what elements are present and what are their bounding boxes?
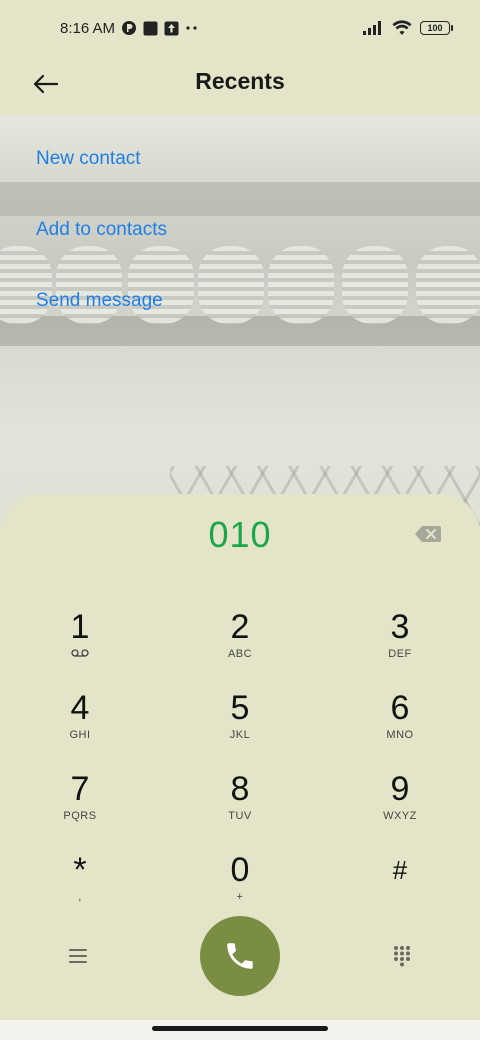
background-coil	[342, 246, 408, 324]
key-digit: 8	[230, 770, 250, 808]
dial-key-star[interactable]: * ,	[20, 851, 140, 927]
dial-key-1[interactable]: 1	[20, 608, 140, 684]
hamburger-menu-icon	[69, 949, 87, 963]
backspace-button[interactable]	[414, 524, 442, 544]
background-coil	[268, 246, 334, 324]
status-time: 8:16 AM	[60, 19, 116, 37]
call-button[interactable]	[200, 916, 280, 996]
page-title: Recents	[195, 68, 285, 94]
signal-icon	[362, 20, 384, 36]
battery-level: 100	[427, 23, 443, 33]
background-coil	[416, 246, 480, 324]
dialpad-panel: 010 1 2 ABC 3 DEF 4 GHI 5 JKL 6 MNO 7 PQ…	[0, 494, 480, 1020]
status-bar: 8:16 AM 100	[0, 0, 480, 56]
home-indicator[interactable]	[152, 1026, 328, 1031]
key-letters: JKL	[229, 729, 251, 741]
dial-key-8[interactable]: 8 TUV	[180, 770, 300, 846]
send-message-link[interactable]: Send message	[36, 290, 163, 312]
dial-key-6[interactable]: 6 MNO	[340, 689, 460, 765]
key-letters: DEF	[388, 648, 412, 660]
background-coil	[128, 246, 194, 324]
key-digit: 1	[70, 608, 90, 646]
dialed-number: 010	[208, 514, 272, 555]
dialpad-toggle-button[interactable]	[380, 934, 424, 978]
phone-icon	[227, 943, 253, 969]
new-contact-link[interactable]: New contact	[36, 148, 141, 170]
key-letters: WXYZ	[383, 810, 417, 822]
battery-icon: 100	[420, 21, 453, 35]
menu-button[interactable]	[56, 934, 100, 978]
add-to-contacts-link[interactable]: Add to contacts	[36, 219, 167, 241]
key-digit: 7	[70, 770, 90, 808]
notification-p-icon	[121, 20, 137, 36]
key-digit: 3	[390, 608, 410, 646]
square-icon	[143, 21, 158, 36]
app-header: Recents	[0, 56, 480, 116]
key-letters: GHI	[69, 729, 91, 741]
dial-key-3[interactable]: 3 DEF	[340, 608, 460, 684]
key-digit: 6	[390, 689, 410, 727]
more-dots-icon	[185, 25, 199, 31]
key-letters: PQRS	[63, 810, 97, 822]
dial-key-2[interactable]: 2 ABC	[180, 608, 300, 684]
key-digit: *	[73, 851, 87, 889]
key-letters: +	[236, 891, 244, 903]
dial-key-4[interactable]: 4 GHI	[20, 689, 140, 765]
background-coil	[0, 246, 52, 324]
dialpad-grid-icon	[394, 946, 410, 967]
dial-key-hash[interactable]: #	[340, 851, 460, 927]
navigation-bar	[0, 1020, 480, 1040]
key-letters: TUV	[228, 810, 252, 822]
background-coil	[198, 246, 264, 324]
backspace-icon	[415, 526, 441, 542]
key-digit: 9	[390, 770, 410, 808]
dial-key-7[interactable]: 7 PQRS	[20, 770, 140, 846]
upload-icon	[164, 21, 179, 36]
key-digit: 0	[230, 851, 250, 889]
key-letters: ABC	[227, 648, 253, 660]
key-digit: 2	[230, 608, 250, 646]
dial-key-5[interactable]: 5 JKL	[180, 689, 300, 765]
dial-key-9[interactable]: 9 WXYZ	[340, 770, 460, 846]
key-digit: #	[392, 855, 408, 885]
background-shelf	[0, 182, 480, 216]
key-digit: 4	[70, 689, 90, 727]
key-letters: ,	[78, 891, 82, 903]
background-image	[0, 116, 480, 536]
background-coil	[56, 246, 122, 324]
voicemail-icon	[20, 648, 140, 660]
wifi-icon	[392, 20, 412, 36]
key-digit: 5	[230, 689, 250, 727]
key-letters: MNO	[386, 729, 414, 741]
